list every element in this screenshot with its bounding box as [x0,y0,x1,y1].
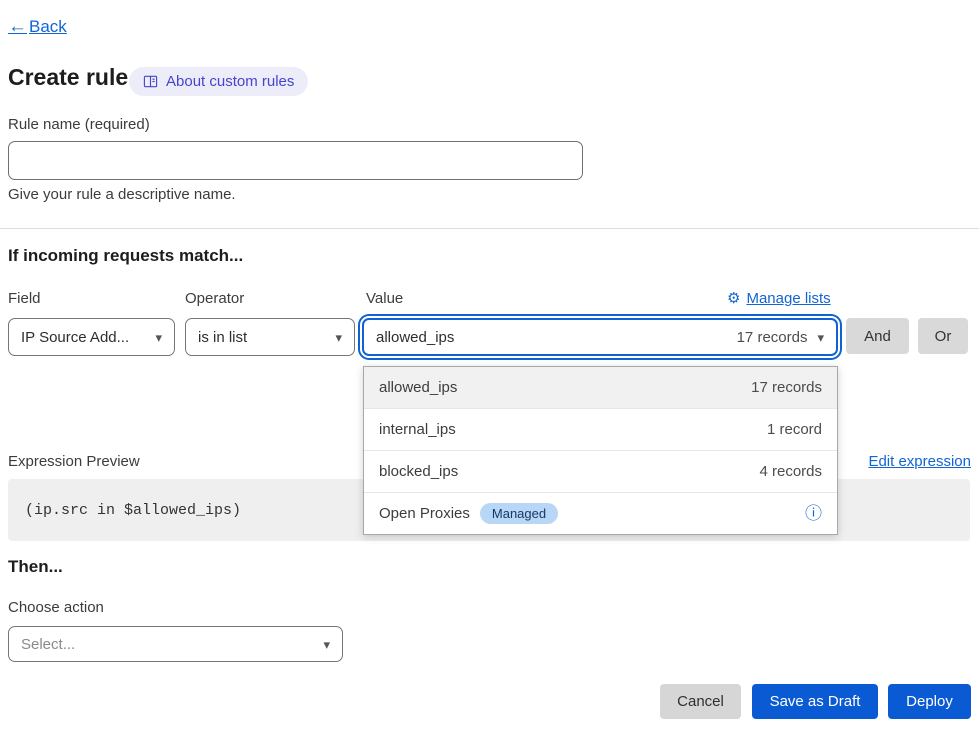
gear-icon: ⚙ [727,289,740,307]
operator-select-value: is in list [198,329,247,346]
list-dropdown: allowed_ips 17 records internal_ips 1 re… [363,366,838,535]
value-select[interactable]: allowed_ips 17 records ▾ [362,318,838,356]
value-select-records: 17 records [737,329,808,346]
section-divider [0,228,979,229]
field-label: Field [8,290,41,307]
chevron-down-icon: ▾ [817,331,824,344]
operator-label: Operator [185,290,244,307]
field-select-value: IP Source Add... [21,329,129,346]
deploy-button[interactable]: Deploy [888,684,971,719]
expression-code: (ip.src in $allowed_ips) [25,502,241,519]
page-title: Create rule [8,64,128,91]
field-select[interactable]: IP Source Add... ▾ [8,318,175,356]
value-select-value: allowed_ips [376,329,454,346]
create-rule-page: ←Back Create rule About custom rules Rul… [0,0,979,739]
list-item-allowed-ips[interactable]: allowed_ips 17 records [364,367,837,408]
list-item-name: Open Proxies [379,505,470,522]
rule-name-label: Rule name (required) [8,116,150,133]
rule-name-helper: Give your rule a descriptive name. [8,186,236,203]
back-link-label: Back [29,17,67,37]
expression-preview-label: Expression Preview [8,453,140,470]
operator-select[interactable]: is in list ▾ [185,318,355,356]
chevron-down-icon: ▾ [155,331,162,344]
chevron-down-icon: ▾ [335,331,342,344]
choose-action-label: Choose action [8,599,104,616]
action-select[interactable]: Select... ▾ [8,626,343,662]
list-item-records: 17 records [751,379,822,396]
edit-expression-link[interactable]: Edit expression [868,453,971,470]
book-icon [143,74,158,89]
back-arrow-icon: ← [8,16,27,38]
then-section-heading: Then... [8,557,63,577]
manage-lists-label: Manage lists [746,290,830,307]
info-icon[interactable]: ⓘ [805,505,822,522]
about-custom-rules-label: About custom rules [166,73,294,90]
list-item-name: allowed_ips [379,379,457,396]
or-button[interactable]: Or [918,318,968,354]
list-item-records: 1 record [767,421,822,438]
back-link[interactable]: ←Back [8,16,67,38]
list-item-open-proxies[interactable]: Open Proxies Managed ⓘ [364,492,837,534]
save-as-draft-button[interactable]: Save as Draft [752,684,878,719]
manage-lists-link[interactable]: ⚙ Manage lists [727,289,831,307]
list-item-records: 4 records [759,463,822,480]
cancel-button[interactable]: Cancel [660,684,741,719]
managed-badge: Managed [480,503,558,524]
list-item-blocked-ips[interactable]: blocked_ips 4 records [364,450,837,492]
list-item-internal-ips[interactable]: internal_ips 1 record [364,408,837,450]
chevron-down-icon: ▾ [323,638,330,651]
action-select-placeholder: Select... [21,636,75,653]
list-item-name: blocked_ips [379,463,458,480]
list-item-name: internal_ips [379,421,456,438]
about-custom-rules-link[interactable]: About custom rules [129,67,308,96]
and-button[interactable]: And [846,318,909,354]
match-section-heading: If incoming requests match... [8,246,243,266]
value-label: Value [366,290,403,307]
rule-name-input[interactable] [8,141,583,180]
